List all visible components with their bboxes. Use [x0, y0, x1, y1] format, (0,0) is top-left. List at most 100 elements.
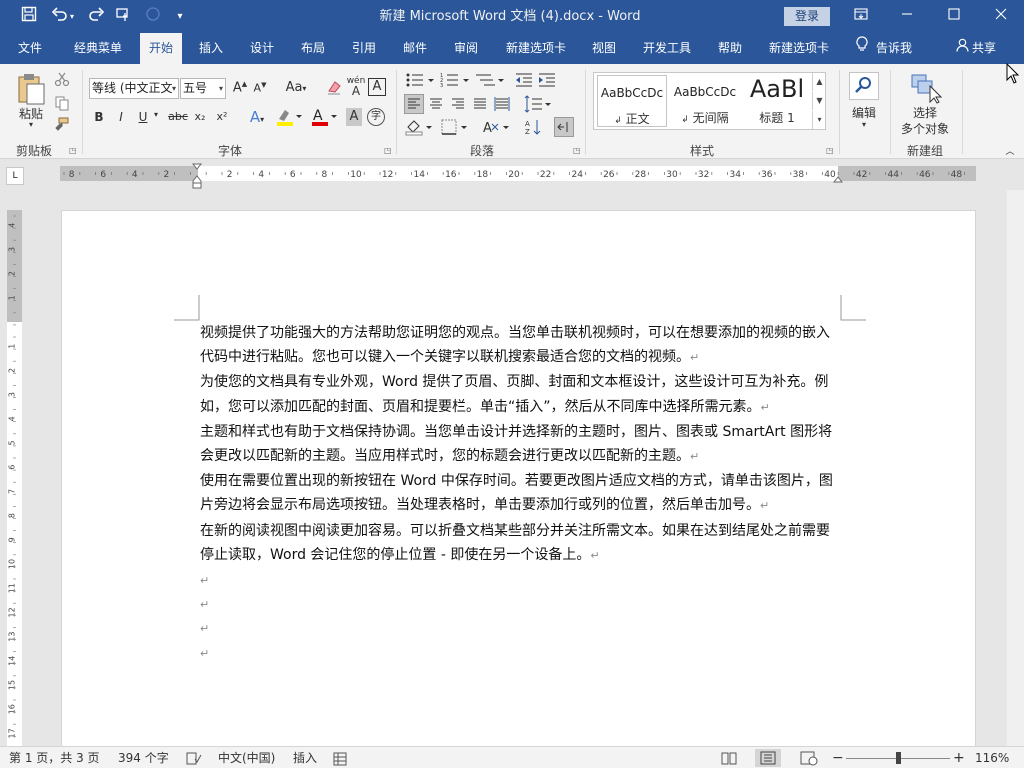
- find-icon[interactable]: [849, 72, 879, 100]
- phonetic-guide-button[interactable]: wén A: [346, 76, 366, 98]
- font-color-icon[interactable]: A: [310, 107, 338, 129]
- zoom-out-button[interactable]: −: [832, 747, 844, 768]
- tab-review[interactable]: 审阅: [445, 33, 487, 64]
- align-left-icon[interactable]: [404, 94, 424, 114]
- asian-layout-icon[interactable]: A: [482, 118, 512, 136]
- style-no-spacing[interactable]: AaBbCcDc ↲ 无间隔: [670, 75, 740, 127]
- editing-label[interactable]: 编辑: [846, 104, 882, 121]
- save-icon[interactable]: [17, 5, 41, 29]
- redo-icon[interactable]: [84, 5, 108, 29]
- paragraph-launcher-icon[interactable]: ◳: [573, 146, 581, 155]
- right-indent-marker-icon[interactable]: [832, 172, 844, 183]
- page-count[interactable]: 第 1 页，共 3 页: [9, 747, 100, 768]
- tab-developer[interactable]: 开发工具: [634, 33, 700, 64]
- paragraph-5[interactable]: 在新的阅读视图中阅读更加容易。可以折叠文档某些部分并关注所需文本。如果在达到结尾…: [200, 519, 840, 568]
- shrink-font-icon[interactable]: A▼: [252, 81, 268, 95]
- paragraph-3[interactable]: 主题和样式也有助于文档保持协调。当您单击设计并选择新的主题时，图片、图表或 Sm…: [200, 420, 840, 469]
- italic-button[interactable]: I: [114, 110, 128, 124]
- underline-dropdown-icon[interactable]: ▾: [151, 110, 161, 119]
- indent-markers-icon[interactable]: [191, 163, 203, 189]
- language-indicator[interactable]: 中文(中国): [218, 747, 275, 768]
- empty-paragraph[interactable]: ↵: [200, 616, 840, 640]
- tab-mailings[interactable]: 邮件: [394, 33, 436, 64]
- print-layout-icon[interactable]: [755, 749, 781, 767]
- multilevel-list-icon[interactable]: [475, 72, 505, 88]
- tab-references[interactable]: 引用: [343, 33, 385, 64]
- paragraph-4[interactable]: 使用在需要位置出现的新按钮在 Word 中保存时间。若要更改图片适应文档的方式，…: [200, 469, 840, 518]
- paste-dropdown-icon[interactable]: ▾: [24, 120, 38, 129]
- collapse-ribbon-icon[interactable]: ︿: [1004, 144, 1016, 157]
- document-body[interactable]: 视频提供了功能强大的方法帮助您证明您的观点。当您单击联机视频时，可以在想要添加的…: [200, 321, 840, 665]
- superscript-button[interactable]: x²: [214, 110, 230, 123]
- proofing-icon[interactable]: [186, 751, 202, 765]
- tab-help[interactable]: 帮助: [708, 33, 752, 64]
- font-size-combo[interactable]: 五号 ▾: [180, 78, 226, 99]
- zoom-in-button[interactable]: +: [953, 747, 965, 768]
- align-center-icon[interactable]: [427, 95, 445, 113]
- paragraph-1[interactable]: 视频提供了功能强大的方法帮助您证明您的观点。当您单击联机视频时，可以在想要添加的…: [200, 321, 840, 370]
- minimize-icon[interactable]: [884, 0, 930, 33]
- tab-selector-icon[interactable]: L: [6, 167, 24, 185]
- select-objects-icon[interactable]: [908, 72, 943, 104]
- tell-me-box[interactable]: 告诉我: [856, 33, 912, 64]
- paragraph-2[interactable]: 为使您的文档具有专业外观，Word 提供了页眉、页脚、封面和文本框设计，这些设计…: [200, 370, 840, 419]
- login-button[interactable]: 登录: [784, 7, 830, 26]
- increase-indent-icon[interactable]: [538, 72, 556, 88]
- tab-new-tab-1[interactable]: 新建选项卡: [497, 33, 575, 64]
- empty-paragraph[interactable]: ↵: [200, 592, 840, 616]
- underline-button[interactable]: U: [136, 110, 150, 124]
- enclose-characters-button[interactable]: 字: [367, 108, 385, 126]
- style-heading-1[interactable]: AaBl 标题 1: [742, 75, 812, 127]
- select-objects-line2[interactable]: 多个对象: [895, 120, 955, 137]
- tab-file[interactable]: 文件: [8, 33, 52, 64]
- maximize-icon[interactable]: [931, 0, 977, 33]
- undo-dropdown-icon[interactable]: ▾: [66, 5, 78, 29]
- change-case-button[interactable]: Aa▾: [282, 80, 310, 95]
- tab-layout[interactable]: 布局: [292, 33, 334, 64]
- numbering-icon[interactable]: 123: [440, 72, 470, 89]
- styles-launcher-icon[interactable]: ◳: [826, 146, 834, 155]
- styles-more-icon[interactable]: ▾: [812, 111, 826, 129]
- tab-view[interactable]: 视图: [583, 33, 625, 64]
- empty-paragraph[interactable]: ↵: [200, 641, 840, 665]
- decrease-indent-icon[interactable]: [515, 72, 533, 88]
- select-objects-line1[interactable]: 选择: [898, 104, 952, 121]
- styles-scroll-up-icon[interactable]: ▲: [812, 73, 826, 91]
- highlight-color-icon[interactable]: [275, 107, 303, 129]
- zoom-slider-thumb[interactable]: [896, 752, 901, 764]
- macro-icon[interactable]: [333, 751, 347, 766]
- zoom-level[interactable]: 116%: [975, 747, 1009, 768]
- share-button[interactable]: 共享: [956, 33, 996, 64]
- insert-mode-indicator[interactable]: 插入: [293, 747, 317, 768]
- justify-icon[interactable]: [471, 95, 489, 113]
- character-border-button[interactable]: A: [368, 78, 386, 96]
- borders-icon[interactable]: [440, 118, 470, 136]
- text-effects-icon[interactable]: A▾: [246, 108, 268, 126]
- cut-icon[interactable]: [54, 71, 70, 87]
- subscript-button[interactable]: x₂: [192, 110, 208, 123]
- show-marks-icon[interactable]: [554, 117, 574, 137]
- clipboard-launcher-icon[interactable]: ◳: [69, 146, 77, 155]
- bold-button[interactable]: B: [92, 110, 106, 124]
- font-launcher-icon[interactable]: ◳: [384, 146, 392, 155]
- sort-icon[interactable]: AZ: [525, 118, 543, 136]
- tab-home[interactable]: 开始: [140, 33, 182, 64]
- circle-icon[interactable]: [141, 5, 165, 29]
- paste-icon[interactable]: [14, 72, 48, 108]
- document-page[interactable]: 视频提供了功能强大的方法帮助您证明您的观点。当您单击联机视频时，可以在想要添加的…: [61, 210, 976, 768]
- tab-insert[interactable]: 插入: [190, 33, 232, 64]
- line-spacing-icon[interactable]: [522, 95, 552, 113]
- character-shading-icon[interactable]: A: [346, 108, 362, 126]
- close-icon[interactable]: [978, 0, 1024, 33]
- word-count[interactable]: 394 个字: [118, 747, 169, 768]
- tab-design[interactable]: 设计: [241, 33, 283, 64]
- distributed-align-icon[interactable]: [493, 95, 511, 113]
- strikethrough-button[interactable]: abc: [168, 110, 188, 123]
- style-normal[interactable]: AaBbCcDc ↲ 正文: [597, 75, 667, 127]
- vertical-scrollbar[interactable]: [1007, 190, 1024, 746]
- customize-qat-icon[interactable]: ▾: [170, 5, 190, 29]
- clear-formatting-icon[interactable]: [326, 79, 342, 97]
- editing-dropdown-icon[interactable]: ▾: [857, 120, 871, 129]
- font-name-combo[interactable]: 等线 (中文正文 ▾: [89, 78, 179, 99]
- format-painter-icon[interactable]: [54, 117, 70, 133]
